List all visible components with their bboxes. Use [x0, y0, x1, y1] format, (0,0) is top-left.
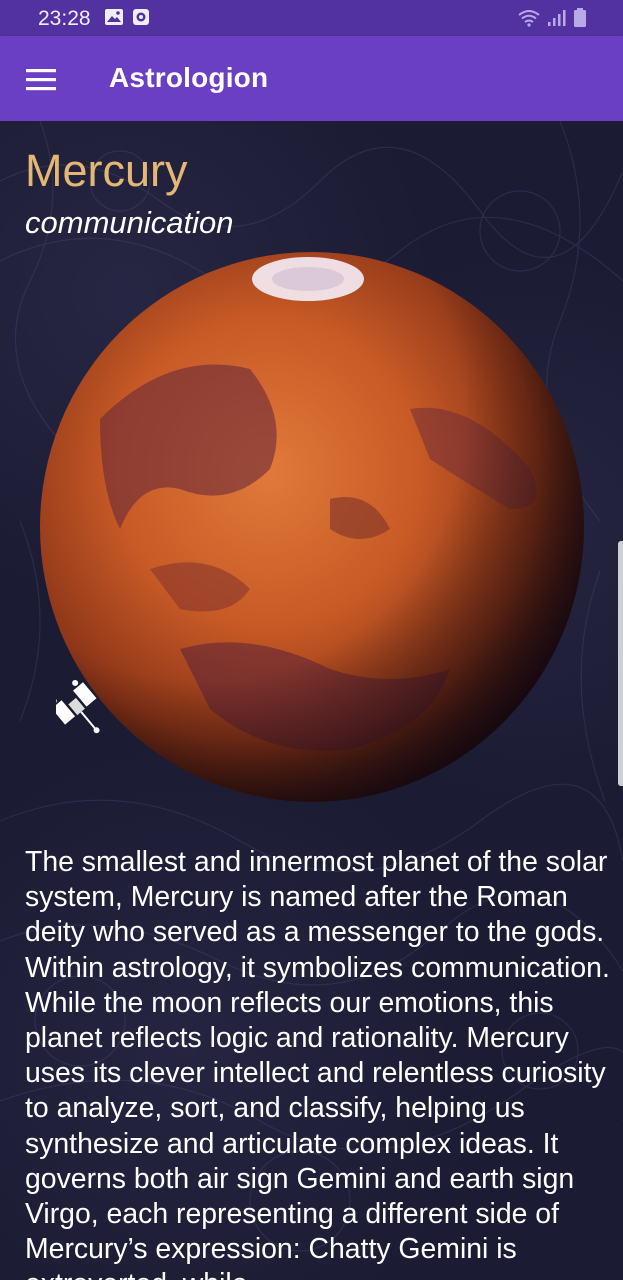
planet-description: The smallest and innermost planet of the… [25, 846, 610, 1280]
planet-detail-content[interactable]: Mercury communication The smallest and i… [0, 121, 623, 1280]
image-icon [105, 9, 123, 25]
planet-name: Mercury [25, 145, 188, 196]
status-right-icons [517, 8, 587, 28]
battery-icon [574, 8, 586, 27]
scrollbar[interactable] [618, 541, 623, 786]
status-bar: 23:28 [0, 0, 623, 36]
hamburger-menu-icon [26, 69, 56, 91]
status-left-icons [104, 8, 150, 26]
satellite-icon [56, 679, 100, 734]
app-bar: Astrologion [0, 36, 623, 121]
screen-record-icon [133, 9, 149, 25]
status-time: 23:28 [38, 7, 91, 30]
signal-icon [548, 10, 566, 26]
menu-button[interactable] [20, 61, 64, 97]
app-title: Astrologion [109, 62, 269, 93]
wifi-icon [518, 10, 540, 27]
planet-keyword: communication [25, 205, 234, 240]
